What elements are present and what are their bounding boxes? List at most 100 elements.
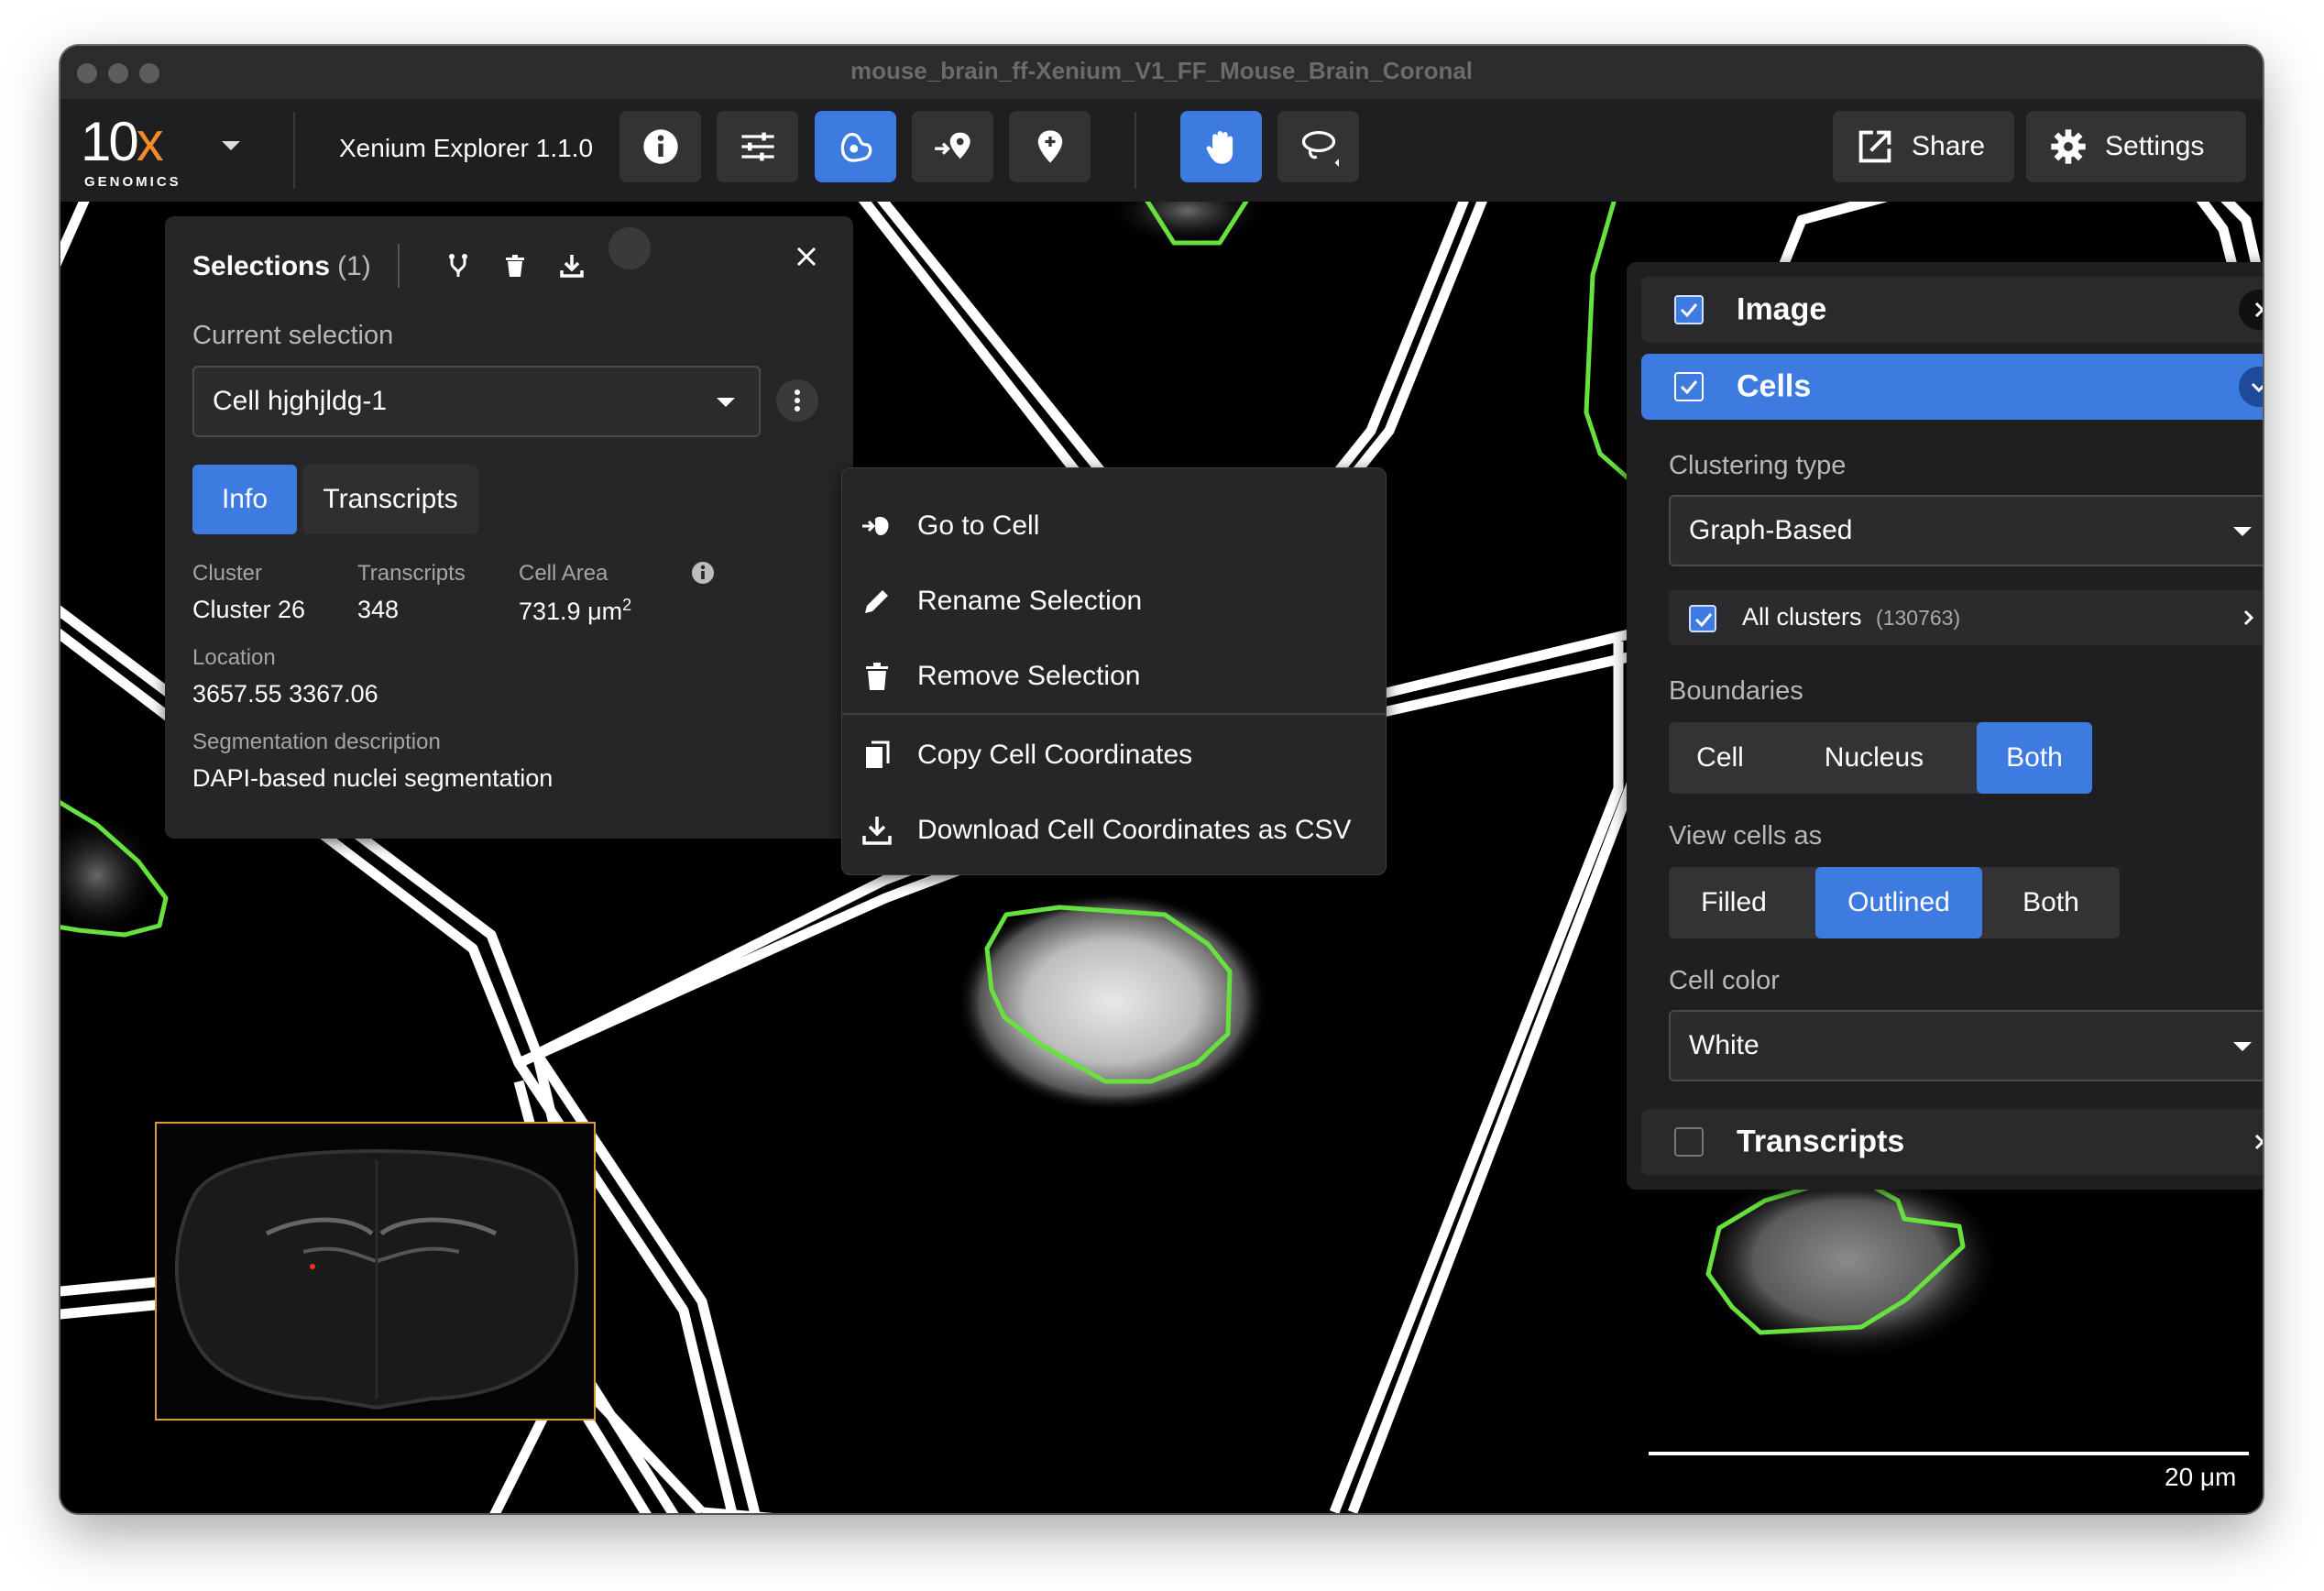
chevron-down-icon [2233,1042,2252,1051]
pan-tool-button[interactable] [1180,111,1262,182]
selections-title: Selections (1) [192,251,371,282]
cells-collapse-button[interactable] [2239,367,2263,407]
go-to-icon [862,516,889,535]
toolbar-divider [293,112,295,189]
view-option-filled[interactable]: Filled [1669,867,1799,938]
nucleus-glow [1692,1159,2003,1361]
download-selection-button[interactable] [552,246,592,286]
menu-item-remove-selection[interactable]: Remove Selection [842,639,1386,714]
menu-item-label: Rename Selection [917,586,1143,616]
transcripts-expand-button[interactable] [2239,1122,2263,1162]
cell-color-dropdown[interactable]: White [1669,1010,2263,1081]
delete-selection-button[interactable] [495,246,535,286]
nucleus-glow [957,892,1268,1112]
cell-color-label: Cell color [1669,966,1780,995]
title-bar: mouse_brain_ff-Xenium_V1_FF_Mouse_Brain_… [60,46,2263,100]
toolbar-divider [1135,112,1136,189]
tab-transcripts[interactable]: Transcripts [302,465,478,534]
tab-info[interactable]: Info [192,465,297,534]
segmentation-label: Segmentation description [192,730,441,754]
minimap[interactable] [155,1122,596,1421]
merge-selection-button[interactable] [438,246,478,286]
scale-bar-label: 20 μm [2165,1463,2237,1491]
hidden-placeholder [608,227,651,269]
add-pin-icon [1037,130,1062,163]
menu-divider [842,713,1386,715]
clustering-type-value: Graph-Based [1689,515,1853,545]
close-panel-button[interactable] [786,236,827,277]
brain-overview-image [174,1148,579,1410]
header-divider [398,244,400,288]
menu-item-label: Remove Selection [917,661,1141,691]
boundaries-toggle: Cell Nucleus Both [1669,722,2092,794]
clustering-type-dropdown[interactable]: Graph-Based [1669,495,2263,566]
current-selection-dropdown[interactable]: Cell hjghjldg-1 [192,366,761,437]
close-icon [796,247,817,267]
menu-item-label: Download Cell Coordinates as CSV [917,815,1352,845]
boundaries-option-cell[interactable]: Cell [1669,722,1771,794]
selections-panel: Selections (1) Current selection Cell hjg… [165,216,853,839]
menu-item-download-csv[interactable]: Download Cell Coordinates as CSV [842,793,1386,868]
share-button[interactable]: Share [1833,111,2014,182]
trash-icon [506,255,524,277]
view-option-both[interactable]: Both [1982,867,2120,938]
all-clusters-row[interactable]: All clusters (130763) [1669,590,2263,645]
app-window: mouse_brain_ff-Xenium_V1_FF_Mouse_Brain_… [60,46,2263,1513]
chevron-down-icon [717,398,735,407]
image-layer-checkbox[interactable] [1674,295,1704,324]
cells-layer-checkbox[interactable] [1674,372,1704,401]
layers-panel: Image Cells Clustering type Graph-Based … [1627,262,2263,1190]
chevron-right-icon [2243,609,2254,626]
copy-icon [866,741,890,768]
info-icon[interactable] [690,560,716,586]
menu-item-go-to-cell[interactable]: Go to Cell [842,488,1386,564]
menu-item-label: Go to Cell [917,510,1040,541]
all-clusters-count: (130763) [1876,606,1961,630]
more-options-button[interactable] [776,379,818,422]
boundaries-option-nucleus[interactable]: Nucleus [1771,722,1977,794]
add-pin-button[interactable] [1009,111,1091,182]
view-cells-label: View cells as [1669,821,1823,850]
image-layer-header[interactable]: Image [1641,277,2263,343]
current-selection-label: Current selection [192,321,394,350]
boundaries-option-both[interactable]: Both [1977,722,2092,794]
kebab-icon [795,390,800,411]
app-menu-chevron-down-icon[interactable] [222,141,240,150]
chevron-right-icon [2254,302,2263,318]
lasso-tool-button[interactable] [1277,111,1359,182]
transcripts-layer-header[interactable]: Transcripts [1641,1109,2263,1175]
selections-title-text: Selections [192,251,331,281]
check-icon [1694,613,1713,628]
download-icon [560,255,584,278]
window-title: mouse_brain_ff-Xenium_V1_FF_Mouse_Brain_… [850,57,1474,84]
transcripts-value: 348 [357,596,400,623]
app-version: Xenium Explorer 1.1.0 [339,134,594,162]
transcripts-layer-checkbox[interactable] [1674,1127,1704,1157]
info-icon [642,129,678,164]
menu-item-copy-coordinates[interactable]: Copy Cell Coordinates [842,718,1386,793]
viewport-marker [310,1264,315,1269]
cell-selection-button[interactable] [815,111,896,182]
cells-layer-header[interactable]: Cells [1641,354,2263,420]
menu-item-rename-selection[interactable]: Rename Selection [842,564,1386,639]
view-option-outlined[interactable]: Outlined [1815,867,1982,938]
scale-bar [1649,1452,2249,1455]
all-clusters-checkbox[interactable] [1689,605,1716,632]
pencil-icon [865,590,888,613]
image-expand-button[interactable] [2239,290,2263,330]
chevron-right-icon [2254,1134,2263,1150]
10x-genomics-logo[interactable]: 10x GENOMICS [81,110,200,192]
info-button[interactable] [619,111,701,182]
current-selection-value: Cell hjghjldg-1 [213,386,388,416]
cell-color-value: White [1689,1030,1759,1060]
cell-tool-icon [840,133,872,162]
go-to-location-button[interactable] [912,111,993,182]
adjustments-button[interactable] [717,111,798,182]
go-to-pin-icon [934,132,970,159]
settings-button[interactable]: Settings [2026,111,2246,182]
image-layer-label: Image [1737,291,1827,327]
sliders-icon [740,132,774,161]
main-toolbar: 10x GENOMICS Xenium Explorer 1.1.0 Share… [60,99,2263,202]
logo-number: 10 [81,111,139,172]
cluster-label: Cluster [192,561,263,586]
